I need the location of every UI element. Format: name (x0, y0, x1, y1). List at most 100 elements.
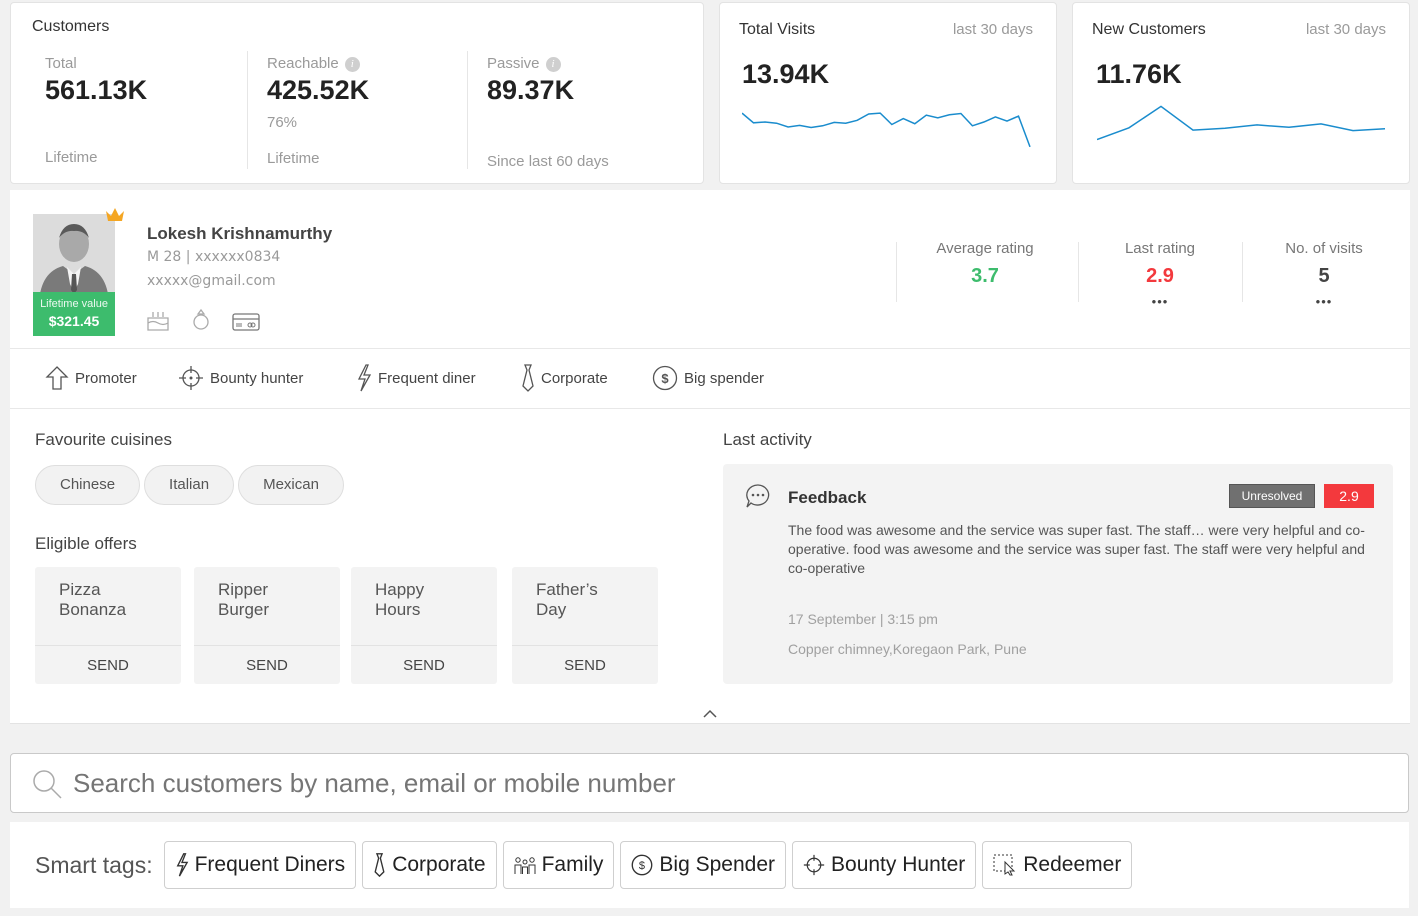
last-rating-label: Last rating (1124, 240, 1196, 257)
birthday-cake-icon[interactable] (145, 308, 171, 332)
info-icon[interactable]: i (545, 57, 561, 72)
lightning-icon (357, 364, 372, 392)
visit-count-more-button[interactable]: ••• (1244, 294, 1404, 309)
arrow-up-icon (45, 366, 69, 390)
new-customers-period: last 30 days (1305, 21, 1386, 38)
svg-text:$: $ (661, 371, 669, 386)
badge-label: Big spender (684, 369, 765, 387)
smart-tags-label: Smart tags: (35, 851, 153, 878)
last-rating: Last rating 2.9 ••• (1080, 240, 1240, 309)
average-rating-value: 3.7 (971, 265, 999, 287)
smart-tags-row: Smart tags: Frequent Diners Corporate Fa… (35, 841, 1138, 889)
reachable-label: Reachable (267, 55, 339, 72)
badge-big-spender[interactable]: $ Big spender (652, 362, 764, 394)
info-icon[interactable]: i (344, 57, 360, 72)
visit-count: No. of visits 5 ••• (1244, 240, 1404, 309)
badge-label: Promoter (75, 369, 137, 387)
membership-card-icon[interactable] (232, 312, 260, 332)
status-badge[interactable]: Unresolved (1229, 484, 1315, 508)
send-offer-button[interactable]: SEND (512, 645, 658, 684)
stat-divider (1078, 242, 1079, 302)
send-offer-button[interactable]: SEND (194, 645, 340, 684)
badge-bounty-hunter[interactable]: Bounty hunter (178, 362, 303, 394)
family-icon (514, 857, 536, 874)
crosshair-icon (803, 854, 825, 876)
total-visits-value: 13.94K (742, 59, 830, 89)
customer-name: Lokesh Krishnamurthy (147, 224, 333, 243)
offer-card: Ripper Burger SEND (194, 567, 340, 684)
stat-divider (467, 51, 468, 169)
smart-tag-frequent-diners[interactable]: Frequent Diners (163, 841, 357, 889)
new-customers-title: New Customers (1092, 21, 1206, 38)
smart-tag-label: Bounty Hunter (831, 853, 966, 876)
badge-frequent-diner[interactable]: Frequent diner (356, 362, 476, 394)
svg-text:$: $ (639, 860, 645, 872)
badge-label: Corporate (541, 369, 608, 387)
passive-label-row: Passive i (487, 55, 561, 73)
cuisine-chip[interactable]: Italian (144, 465, 235, 505)
redeem-cursor-icon (993, 854, 1016, 876)
new-customers-card: New Customers last 30 days 11.76K (1072, 2, 1410, 184)
lifetime-value-badge: Lifetime value $321.45 (33, 292, 115, 336)
search-bar[interactable] (10, 753, 1409, 813)
total-visits-period: last 30 days (952, 21, 1033, 38)
smart-tag-bounty-hunter[interactable]: Bounty Hunter (792, 841, 977, 889)
cuisine-chip[interactable]: Chinese (35, 465, 141, 505)
badge-promoter[interactable]: Promoter (45, 362, 137, 394)
smart-tag-redeemer[interactable]: Redeemer (982, 841, 1133, 889)
reachable-label-row: Reachable i (267, 55, 360, 73)
smart-tag-big-spender[interactable]: $ Big Spender (620, 841, 787, 889)
feedback-text: The food was awesome and the service was… (788, 522, 1365, 576)
smart-tag-label: Redeemer (1023, 853, 1122, 876)
collapse-chevron-icon[interactable] (702, 709, 718, 719)
offer-name: Pizza Bonanza (59, 580, 127, 619)
anniversary-ring-icon[interactable] (190, 307, 212, 331)
smart-tags-bar: Smart tags: Frequent Diners Corporate Fa… (10, 822, 1409, 908)
total-label: Total (45, 55, 77, 72)
total-visits-title: Total Visits (739, 21, 816, 38)
cuisine-chip[interactable]: Mexican (238, 465, 344, 505)
cuisine-list: Chinese Italian Mexican (35, 465, 348, 505)
customers-title: Customers (32, 18, 110, 35)
dollar-coin-icon: $ (652, 365, 678, 391)
smart-tag-corporate[interactable]: Corporate (362, 841, 497, 889)
visit-count-value: 5 (1318, 265, 1330, 287)
total-visits-card: Total Visits last 30 days 13.94K (719, 2, 1057, 184)
reachable-pct: 76% (267, 114, 298, 131)
offer-card: Father’s Day SEND (512, 567, 658, 684)
search-icon (33, 770, 62, 799)
search-input[interactable] (73, 762, 1373, 804)
visit-count-label: No. of visits (1285, 240, 1363, 257)
new-customers-sparkline (1097, 105, 1386, 141)
rating-badge: 2.9 (1324, 484, 1374, 508)
reachable-foot: Lifetime (267, 150, 320, 167)
badge-corporate[interactable]: Corporate (521, 362, 608, 394)
customer-email: xxxxx@gmail.com (147, 273, 276, 289)
smart-tag-family[interactable]: Family (502, 841, 615, 889)
lightning-icon (176, 853, 188, 877)
last-rating-more-button[interactable]: ••• (1080, 294, 1240, 309)
average-rating-label: Average rating (936, 240, 1034, 257)
total-value: 561.13K (45, 75, 148, 105)
total-visits-sparkline (742, 112, 1031, 148)
badge-label: Bounty hunter (210, 369, 304, 387)
send-offer-button[interactable]: SEND (35, 645, 181, 684)
send-offer-button[interactable]: SEND (351, 645, 497, 684)
lifetime-value-amount: $321.45 (48, 313, 100, 329)
offer-name: Ripper Burger (218, 580, 270, 619)
stat-divider (1242, 242, 1243, 302)
necktie-icon (374, 853, 385, 877)
passive-label: Passive (487, 55, 540, 72)
feedback-card: Feedback Unresolved 2.9 The food was awe… (723, 464, 1393, 684)
average-rating: Average rating 3.7 (905, 240, 1065, 288)
smart-tag-label: Frequent Diners (194, 853, 346, 876)
total-foot: Lifetime (45, 149, 98, 166)
offer-name: Father’s Day (536, 580, 598, 619)
stat-divider (896, 242, 897, 302)
chat-bubble-icon (746, 484, 770, 508)
necktie-icon (522, 364, 534, 392)
last-rating-value: 2.9 (1146, 265, 1174, 287)
new-customers-value: 11.76K (1096, 59, 1182, 89)
reachable-value: 425.52K (267, 75, 370, 105)
offer-card: Happy Hours SEND (351, 567, 497, 684)
